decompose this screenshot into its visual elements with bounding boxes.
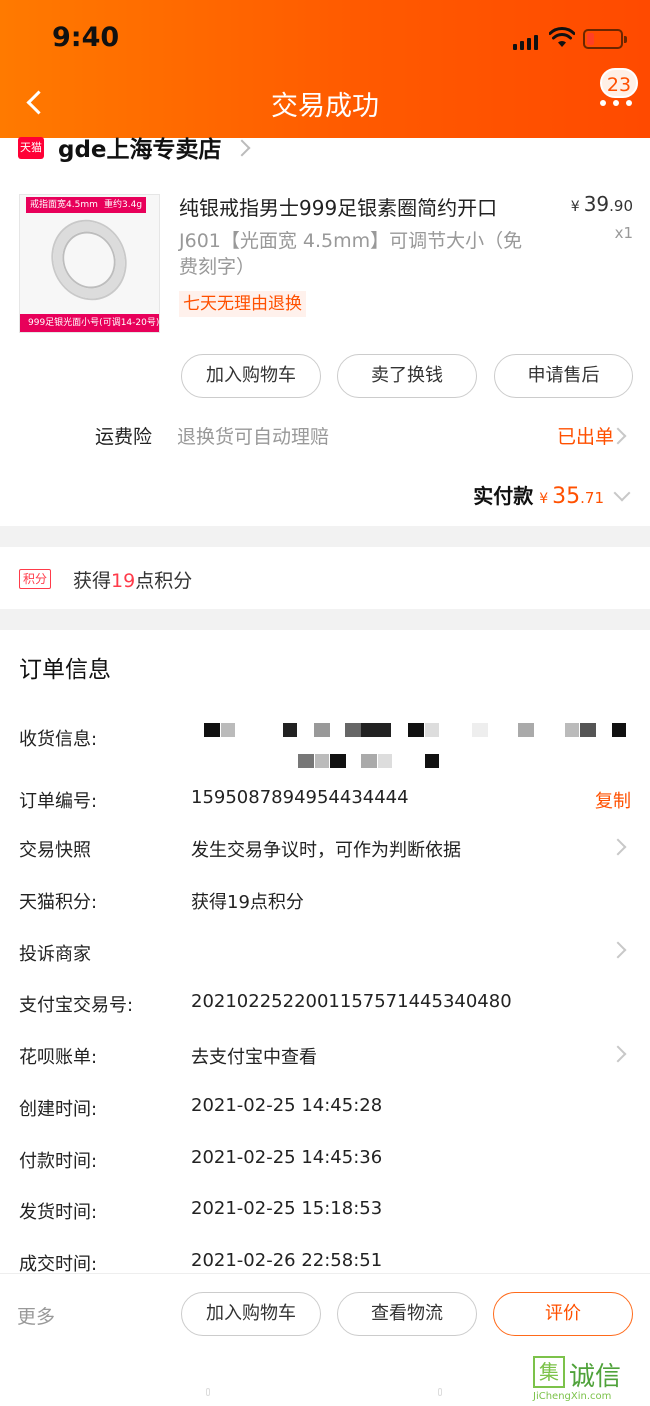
shipped-time-value: 2021-02-25 15:18:53 bbox=[191, 1198, 383, 1219]
chevron-right-icon bbox=[609, 838, 627, 856]
product-image[interactable]: 戒指面宽4.5mm 重约3.4g 999足银光面小号(可调14-20号) bbox=[19, 194, 160, 333]
header-bar: 9:40 交易成功 23 bbox=[0, 0, 650, 138]
wifi-icon bbox=[549, 27, 575, 47]
chevron-right-icon bbox=[609, 1045, 627, 1063]
watermark-text: 诚信 bbox=[569, 1362, 622, 1392]
points-text: 获得19点积分 bbox=[73, 566, 192, 593]
points-tag: 积分 bbox=[19, 569, 52, 589]
add-to-cart-button[interactable]: 加入购物车 bbox=[181, 354, 321, 398]
battery-icon bbox=[583, 29, 627, 49]
complaint-label: 投诉商家 bbox=[19, 944, 91, 965]
shipping-insurance-label: 运费险 bbox=[95, 426, 153, 448]
watermark-icon: 集 bbox=[533, 1356, 565, 1388]
huabei-label: 花呗账单: bbox=[19, 1047, 98, 1068]
product-quantity: x1 bbox=[614, 224, 633, 242]
paid-amount-row[interactable]: 实付款 ¥35.71 bbox=[473, 480, 631, 509]
product-card: 天猫 gde上海专卖店 戒指面宽4.5mm 重约3.4g 999足银光面小号(可… bbox=[0, 137, 650, 526]
cellular-signal-icon bbox=[513, 32, 538, 50]
sell-button[interactable]: 卖了换钱 bbox=[337, 354, 477, 398]
store-name: gde上海专卖店 bbox=[58, 137, 222, 163]
order-info-card: 订单信息 收货信息: 订单编号: 1595087894954434444 复制 … bbox=[0, 630, 650, 1290]
points-prefix: 获得 bbox=[73, 570, 112, 592]
alipay-no-label: 支付宝交易号: bbox=[19, 995, 134, 1016]
paid-amount: ¥35.71 bbox=[539, 484, 604, 509]
return-policy-tag: 七天无理由退换 bbox=[179, 291, 306, 317]
price-currency: ¥ bbox=[570, 199, 580, 215]
paid-time-label: 付款时间: bbox=[19, 1151, 98, 1172]
product-price: ¥39.90 bbox=[571, 192, 633, 216]
more-menu-button[interactable] bbox=[598, 92, 634, 112]
status-time: 9:40 bbox=[52, 22, 120, 53]
product-title[interactable]: 纯银戒指男士999足银素圈简约开口 bbox=[179, 192, 497, 221]
price-decimal: .90 bbox=[609, 197, 633, 215]
chevron-right-icon bbox=[233, 139, 251, 157]
shipped-time-label: 发货时间: bbox=[19, 1202, 98, 1223]
ring-picture bbox=[40, 209, 138, 311]
completed-time-value: 2021-02-26 22:58:51 bbox=[191, 1250, 383, 1271]
created-time-label: 创建时间: bbox=[19, 1099, 98, 1120]
after-sale-button[interactable]: 申请售后 bbox=[494, 354, 633, 398]
product-sku: J601【光面宽 4.5mm】可调节大小（免费刻字） bbox=[179, 230, 523, 278]
points-card: 积分 获得19点积分 bbox=[0, 547, 650, 609]
snapshot-label: 交易快照 bbox=[19, 840, 91, 861]
review-button[interactable]: 评价 bbox=[493, 1292, 633, 1336]
points-suffix: 点积分 bbox=[135, 570, 193, 592]
image-weight-tag: 重约3.4g bbox=[100, 197, 147, 213]
page-title: 交易成功 bbox=[271, 91, 379, 122]
tmall-points-value: 获得19点积分 bbox=[191, 892, 304, 913]
tmall-points-label: 天猫积分: bbox=[19, 892, 98, 913]
receiver-label: 收货信息: bbox=[19, 729, 98, 750]
created-time-value: 2021-02-25 14:45:28 bbox=[191, 1095, 383, 1116]
paid-currency: ¥ bbox=[539, 491, 549, 507]
huabei-value: 去支付宝中查看 bbox=[191, 1047, 317, 1068]
tmall-badge: 天猫 bbox=[18, 137, 44, 159]
chevron-right-icon bbox=[609, 941, 627, 959]
footer-add-to-cart-button[interactable]: 加入购物车 bbox=[181, 1292, 321, 1336]
snapshot-value: 发生交易争议时，可作为判断依据 bbox=[191, 840, 461, 861]
shipping-insurance-status[interactable]: 已出单 bbox=[557, 422, 614, 449]
order-no-label: 订单编号: bbox=[19, 791, 98, 812]
watermark-url: JiChengXin.com bbox=[533, 1391, 612, 1402]
paid-time-value: 2021-02-25 14:45:36 bbox=[191, 1147, 383, 1168]
points-value: 19 bbox=[111, 570, 136, 592]
home-indicator bbox=[206, 1388, 442, 1396]
more-actions-button[interactable]: 更多 bbox=[17, 1302, 55, 1329]
order-info-title: 订单信息 bbox=[19, 657, 111, 683]
image-width-tag: 戒指面宽4.5mm bbox=[26, 197, 102, 213]
watermark-logo: 集 诚信 JiChengXin.com bbox=[533, 1356, 649, 1404]
paid-label: 实付款 bbox=[473, 484, 534, 508]
image-size-tag: 999足银光面小号(可调14-20号) bbox=[20, 314, 159, 332]
copy-order-no-button[interactable]: 复制 bbox=[595, 787, 631, 813]
shipping-insurance-desc: 退换货可自动理赔 bbox=[177, 426, 330, 448]
alipay-no-value: 2021022522001157571445340480 bbox=[191, 991, 512, 1012]
chevron-down-icon bbox=[613, 484, 631, 502]
view-logistics-button[interactable]: 查看物流 bbox=[337, 1292, 477, 1336]
price-integer: 39 bbox=[583, 192, 610, 216]
paid-integer: 35 bbox=[552, 484, 581, 509]
order-no-value: 1595087894954434444 bbox=[191, 787, 409, 808]
paid-decimal: .71 bbox=[580, 489, 604, 507]
store-link[interactable]: 天猫 gde上海专卖店 bbox=[18, 137, 251, 163]
